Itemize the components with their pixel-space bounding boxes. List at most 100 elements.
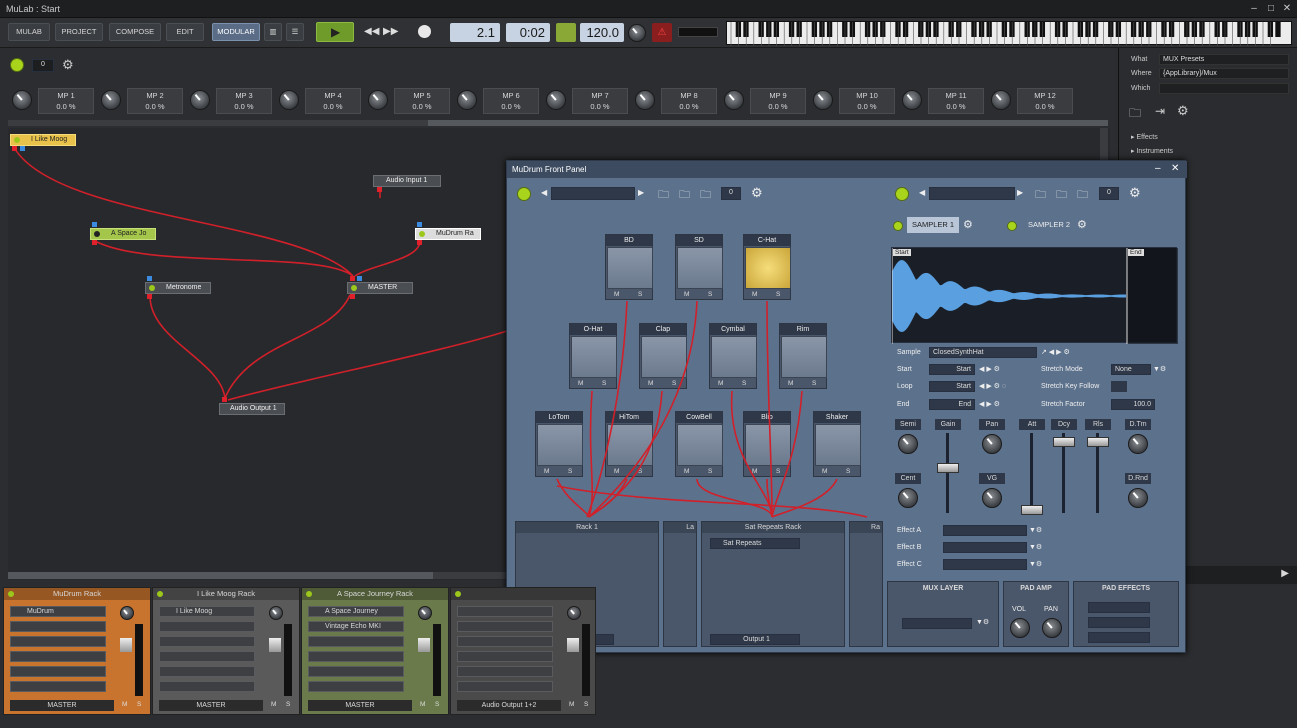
pad-surface[interactable]	[607, 424, 653, 466]
rack-output[interactable]: MASTER	[308, 700, 412, 711]
pad-solo[interactable]: S	[568, 468, 572, 475]
rack-slot[interactable]	[457, 666, 553, 677]
rack-volume-knob[interactable]	[418, 606, 432, 620]
drum-pad[interactable]: Clap M S	[639, 323, 687, 389]
browser-settings-icon[interactable]: ⚙	[1177, 103, 1189, 119]
drum-pad[interactable]: BD M S	[605, 234, 653, 300]
rack-output[interactable]: MASTER	[159, 700, 263, 711]
rack-power[interactable]	[157, 591, 163, 597]
sat-repeats-slot[interactable]: Sat Repeats	[710, 538, 800, 549]
rack-slot[interactable]	[308, 651, 404, 662]
drum-pad[interactable]: CowBell M S	[675, 411, 723, 477]
semi-knob[interactable]	[898, 434, 918, 454]
tab-edit[interactable]: EDIT	[166, 23, 204, 41]
tab-sampler-1[interactable]: SAMPLER 1	[907, 217, 959, 233]
time-display[interactable]: 0:02	[506, 23, 550, 42]
pad-mute[interactable]: M	[614, 291, 619, 298]
rack-fader[interactable]	[418, 638, 430, 652]
folder-icon[interactable]: 🗀	[1129, 104, 1141, 125]
rack-slot[interactable]	[159, 681, 255, 692]
port[interactable]	[92, 222, 97, 227]
node-audio-output[interactable]: Audio Output 1	[219, 403, 285, 415]
pad-surface[interactable]	[781, 336, 827, 378]
tab-mulab[interactable]: MULAB	[8, 23, 50, 41]
rack-power[interactable]	[306, 591, 312, 597]
pad-surface[interactable]	[607, 247, 653, 289]
pad-effect-slot[interactable]	[1088, 602, 1150, 613]
node-i-like-moog[interactable]: I Like Moog	[10, 134, 76, 146]
port[interactable]	[147, 294, 152, 299]
rack-slot[interactable]	[10, 651, 106, 662]
pad-surface[interactable]	[537, 424, 583, 466]
next-sample-preset-icon[interactable]: ▶	[1017, 188, 1023, 197]
tempo-display[interactable]: 120.0	[580, 23, 624, 42]
waveform-display[interactable]: Start End	[891, 247, 1178, 344]
rack-volume-knob[interactable]	[269, 606, 283, 620]
pad-mute[interactable]: M	[544, 468, 549, 475]
mixer-view-icon[interactable]: ▥	[264, 23, 282, 41]
port[interactable]	[417, 222, 422, 227]
macro-knob[interactable]	[190, 90, 210, 110]
stretch-mode-dropdown-icon[interactable]: ▼⚙	[1153, 365, 1166, 373]
rewind-icon[interactable]: ◀◀	[364, 26, 379, 37]
rack-solo[interactable]: S	[435, 701, 439, 708]
save-folder-icon[interactable]: 🗀	[679, 186, 690, 205]
pan-knob[interactable]	[982, 434, 1002, 454]
gain-fader[interactable]	[937, 463, 959, 473]
prev-preset-icon[interactable]: ◀	[541, 188, 547, 197]
drum-pad[interactable]: SD M S	[675, 234, 723, 300]
drum-pad[interactable]: Rim M S	[779, 323, 827, 389]
port[interactable]	[357, 276, 362, 281]
rack-volume-knob[interactable]	[120, 606, 134, 620]
macro-knob[interactable]	[813, 90, 833, 110]
sampler1-settings-icon[interactable]: ⚙	[963, 218, 973, 231]
rack-slot[interactable]: MuDrum	[10, 606, 106, 617]
macro-knob[interactable]	[101, 90, 121, 110]
macro-param[interactable]: MP 4 0.0 %	[305, 88, 361, 114]
loop-icon[interactable]	[556, 23, 576, 42]
drum-pad[interactable]: C-Hat M S	[743, 234, 791, 300]
close-icon[interactable]: ✕	[1281, 3, 1293, 15]
sampler1-power[interactable]	[893, 221, 903, 231]
macro-param[interactable]: MP 2 0.0 %	[127, 88, 183, 114]
pad-solo[interactable]: S	[708, 291, 712, 298]
rack-slot[interactable]	[10, 621, 106, 632]
rack-slot[interactable]	[457, 681, 553, 692]
dcy-fader[interactable]	[1053, 437, 1075, 447]
settings-gear-icon[interactable]: ⚙	[62, 57, 74, 73]
macro-knob[interactable]	[724, 90, 744, 110]
macro-scrollbar[interactable]	[8, 120, 1108, 126]
vg-knob[interactable]	[982, 488, 1002, 508]
loop-nav-icon[interactable]: ◀ ▶ ⚙ ◌	[979, 382, 1006, 390]
pad-surface[interactable]	[711, 336, 757, 378]
pad-effect-slot[interactable]	[1088, 617, 1150, 628]
rack-slot[interactable]	[457, 606, 553, 617]
sampler2-power[interactable]	[1007, 221, 1017, 231]
pad-surface[interactable]	[641, 336, 687, 378]
pad-solo[interactable]: S	[742, 380, 746, 387]
macro-knob[interactable]	[635, 90, 655, 110]
macro-param[interactable]: MP 6 0.0 %	[483, 88, 539, 114]
preset-number[interactable]: 0	[32, 59, 54, 72]
pad-solo[interactable]: S	[602, 380, 606, 387]
macro-knob[interactable]	[12, 90, 32, 110]
minimize-icon[interactable]: –	[1248, 3, 1260, 15]
rls-fader[interactable]	[1087, 437, 1109, 447]
sat-rack-output[interactable]: Output 1	[710, 634, 800, 645]
pad-solo[interactable]: S	[672, 380, 676, 387]
rack-slot[interactable]	[159, 636, 255, 647]
power-icon[interactable]	[10, 58, 24, 72]
drum-pad[interactable]: LoTom M S	[535, 411, 583, 477]
pan-knob[interactable]	[1042, 618, 1062, 638]
sample-preset-field[interactable]	[929, 187, 1015, 200]
macro-knob[interactable]	[279, 90, 299, 110]
forward-icon[interactable]: ▶▶	[383, 26, 398, 37]
sampler-lib-icon[interactable]: 🗀	[1077, 186, 1088, 205]
mudrum-settings-icon[interactable]: ⚙	[751, 185, 763, 201]
open-folder-icon[interactable]: 🗀	[658, 186, 669, 205]
rack-power[interactable]	[8, 591, 14, 597]
prev-sample-preset-icon[interactable]: ◀	[919, 188, 925, 197]
rack-solo[interactable]: S	[584, 701, 588, 708]
pad-surface[interactable]	[815, 424, 861, 466]
end-field[interactable]: End	[929, 399, 975, 410]
